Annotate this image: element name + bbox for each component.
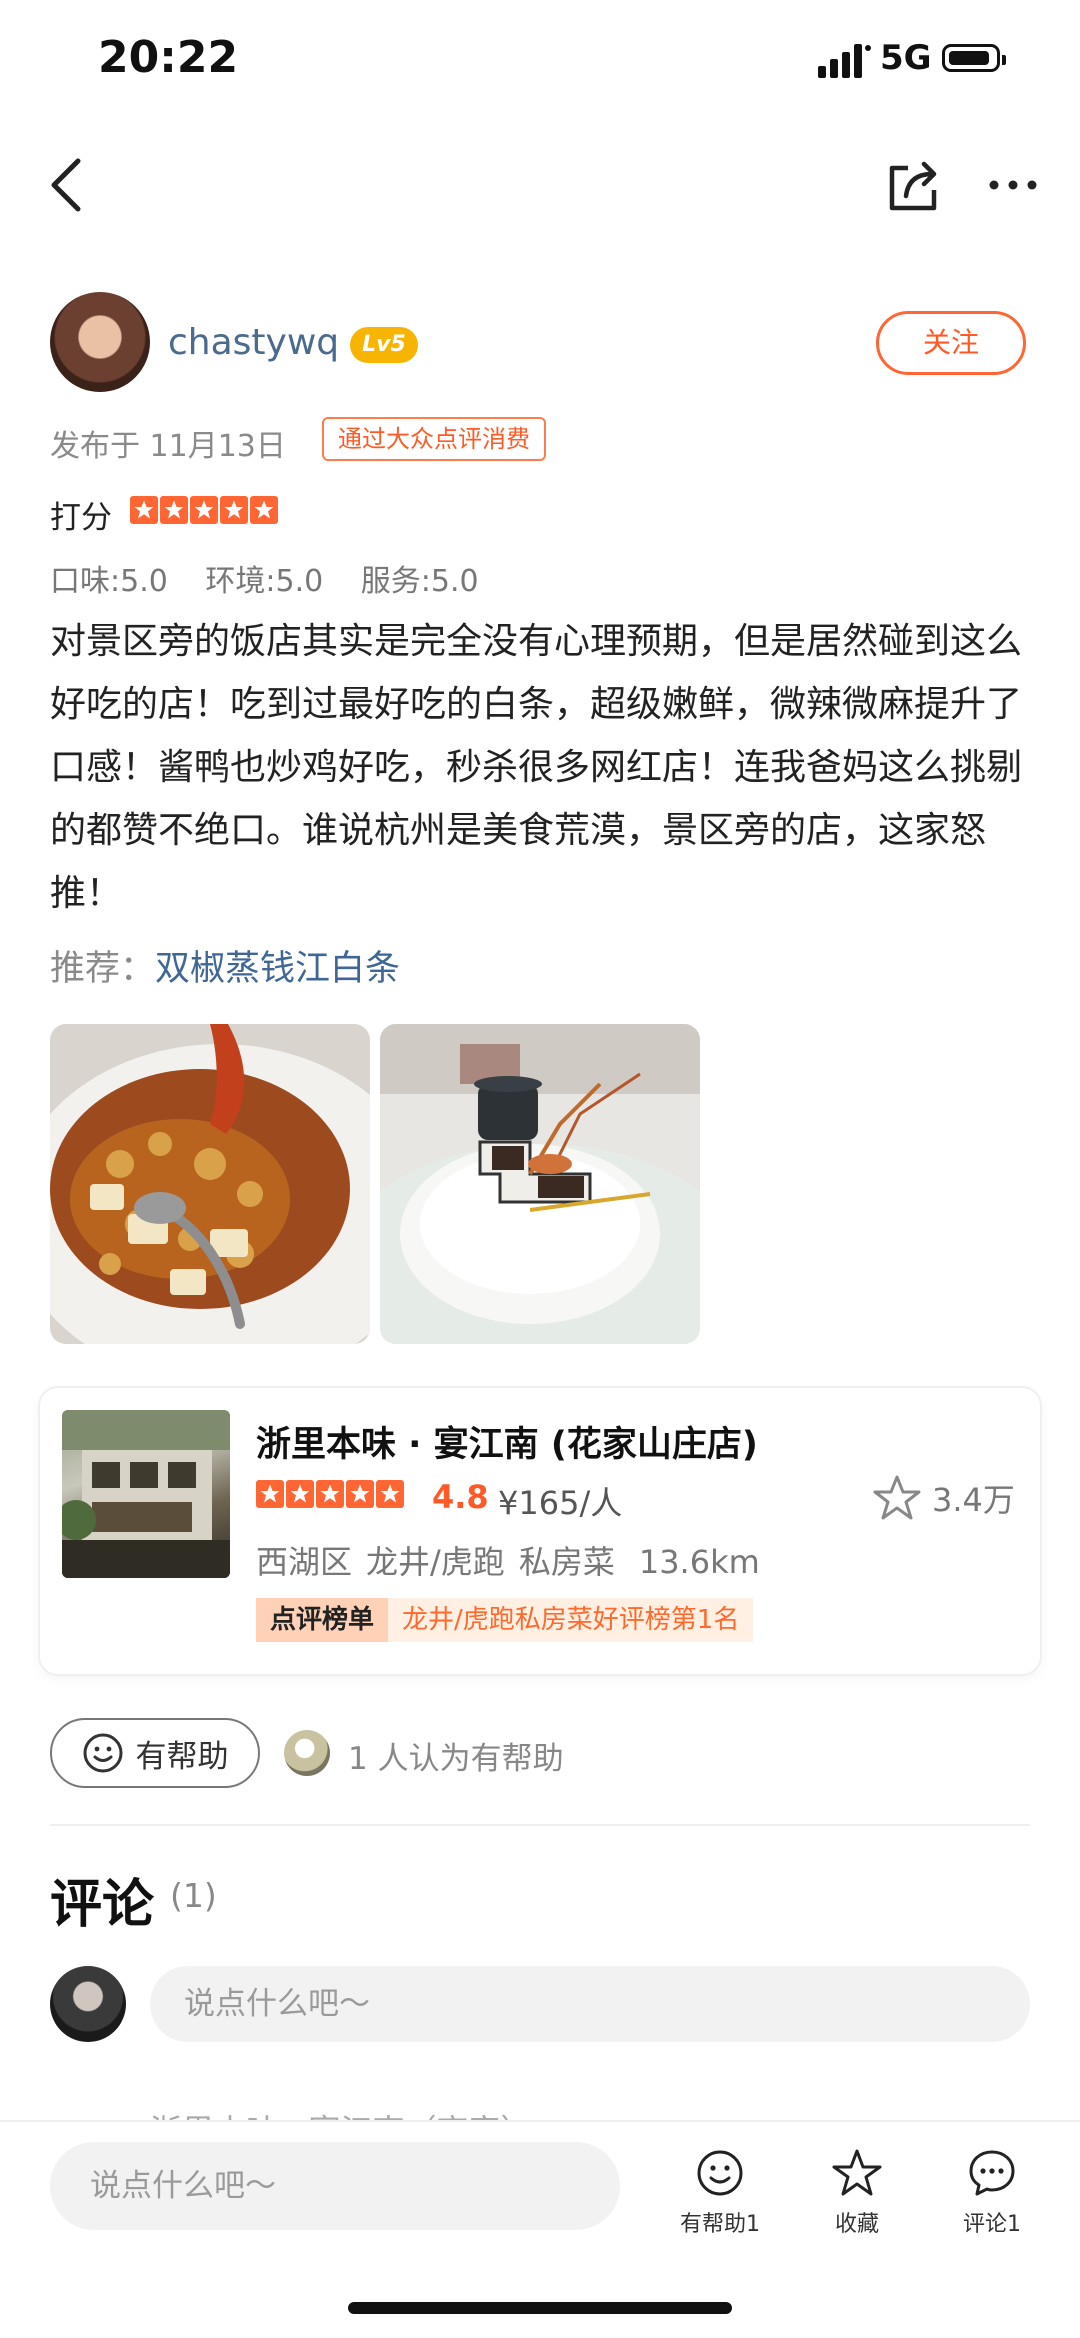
smile-icon bbox=[697, 2150, 743, 2196]
bottom-favorite-button[interactable]: 收藏 bbox=[797, 2148, 917, 2238]
shop-location: 西湖区 龙井/虎跑 私房菜 13.6km bbox=[256, 1537, 774, 1583]
status-time: 20:22 bbox=[98, 32, 239, 83]
battery-icon bbox=[942, 44, 1006, 72]
bottom-comment-input[interactable]: 说点什么吧～ bbox=[50, 2142, 620, 2230]
recommend-dish-link[interactable]: 双椒蒸钱江白条 bbox=[155, 949, 400, 989]
comment-icon bbox=[969, 2150, 1015, 2196]
star-icon bbox=[130, 496, 158, 524]
shop-cuisine: 私房菜 bbox=[518, 1543, 615, 1581]
review-photo-1[interactable] bbox=[50, 1024, 370, 1344]
rating-label: 打分 bbox=[50, 500, 112, 536]
shop-stars bbox=[256, 1480, 404, 1508]
user-level-badge: Lv5 bbox=[350, 327, 418, 363]
star-icon bbox=[190, 496, 218, 524]
shop-favorite[interactable]: 3.4万 bbox=[872, 1474, 1015, 1522]
review-text: 对景区旁的饭店其实是完全没有心理预期，但是居然碰到这么好吃的店！吃到过最好吃的白… bbox=[50, 621, 1023, 914]
shop-distance: 13.6km bbox=[638, 1543, 760, 1581]
subscores: 口味:5.0 环境:5.0 服务:5.0 bbox=[50, 556, 507, 600]
home-indicator bbox=[348, 2302, 732, 2314]
bottom-comment-button[interactable]: 评论1 bbox=[932, 2148, 1052, 2238]
rank-text: 龙井/虎跑私房菜好评榜第1名 bbox=[388, 1598, 754, 1642]
recommended-dishes: 推荐：双椒蒸钱江白条 bbox=[50, 940, 400, 991]
user-avatar[interactable] bbox=[50, 292, 150, 392]
recommend-label: 推荐： bbox=[50, 949, 156, 989]
more-icon bbox=[989, 180, 1037, 190]
shop-name[interactable]: 浙里本味 · 宴江南 (花家山庄店) bbox=[256, 1416, 758, 1467]
helpful-count: 1 人认为有帮助 bbox=[348, 1741, 564, 1777]
star-icon bbox=[160, 496, 188, 524]
rating-stars bbox=[130, 496, 278, 524]
shop-area: 龙井/虎跑 bbox=[366, 1543, 505, 1581]
verified-consumption-tag: 通过大众点评消费 bbox=[322, 417, 546, 461]
star-icon bbox=[250, 496, 278, 524]
shop-score: 4.8 bbox=[432, 1478, 489, 1516]
star-outline-icon bbox=[832, 2149, 882, 2196]
share-button[interactable] bbox=[878, 150, 948, 220]
subscore-environment: 环境:5.0 bbox=[205, 564, 324, 599]
review-photo-2[interactable] bbox=[380, 1024, 700, 1344]
star-icon bbox=[316, 1480, 344, 1508]
bottom-favorite-label: 收藏 bbox=[834, 2212, 879, 2237]
helpful-button-label: 有帮助 bbox=[135, 1738, 229, 1775]
subscore-service: 服务:5.0 bbox=[360, 564, 479, 599]
star-icon bbox=[256, 1480, 284, 1508]
shop-thumbnail[interactable] bbox=[62, 1410, 230, 1578]
current-user-avatar bbox=[50, 1966, 126, 2042]
star-icon bbox=[376, 1480, 404, 1508]
shop-price: ¥165/人 bbox=[498, 1484, 623, 1522]
back-button[interactable] bbox=[36, 150, 96, 220]
bottom-helpful-label: 有帮助1 bbox=[680, 2212, 760, 2237]
publish-date: 发布于 11月13日 bbox=[50, 429, 286, 464]
back-icon bbox=[51, 158, 81, 212]
shop-district: 西湖区 bbox=[256, 1543, 353, 1581]
comments-title: 评论 bbox=[50, 1875, 155, 1935]
star-icon bbox=[220, 496, 248, 524]
bottom-helpful-button[interactable]: 有帮助1 bbox=[660, 2148, 780, 2238]
star-icon bbox=[286, 1480, 314, 1508]
smile-icon bbox=[83, 1733, 122, 1773]
user-name[interactable]: chastywq bbox=[168, 322, 339, 363]
comments-count: (1) bbox=[170, 1876, 217, 1915]
helpful-user-avatar[interactable] bbox=[284, 1730, 330, 1776]
rank-tag: 点评榜单 bbox=[256, 1598, 389, 1642]
comment-input[interactable]: 说点什么吧～ bbox=[150, 1966, 1030, 2042]
star-icon bbox=[346, 1480, 374, 1508]
helpful-button[interactable]: 有帮助 bbox=[50, 1718, 260, 1788]
shop-rank-badge[interactable]: 点评榜单 龙井/虎跑私房菜好评榜第1名 bbox=[256, 1598, 754, 1642]
divider bbox=[50, 1824, 1030, 1826]
more-button[interactable] bbox=[978, 160, 1048, 210]
subscore-taste: 口味:5.0 bbox=[50, 564, 168, 599]
bottom-comment-label: 评论1 bbox=[963, 2212, 1021, 2237]
share-icon bbox=[889, 161, 937, 211]
star-outline-icon bbox=[873, 1475, 921, 1520]
network-label: 5G bbox=[880, 38, 932, 78]
shop-favorite-count: 3.4万 bbox=[932, 1481, 1015, 1519]
signal-icon bbox=[818, 44, 871, 78]
follow-button[interactable]: 关注 bbox=[876, 311, 1026, 375]
